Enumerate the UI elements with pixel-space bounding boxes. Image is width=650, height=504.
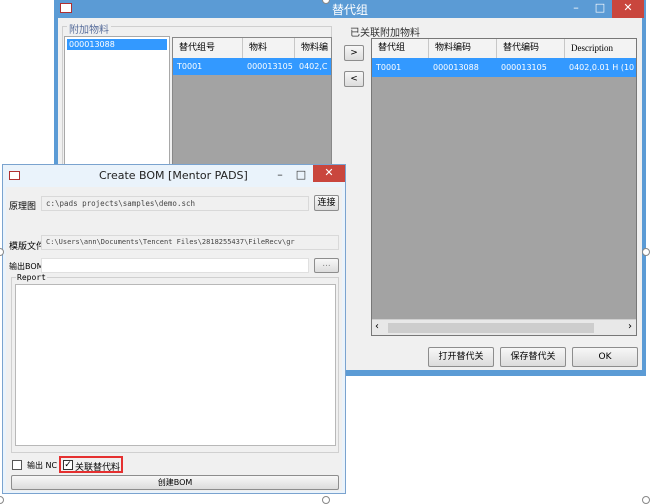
- selection-handle[interactable]: [322, 496, 330, 504]
- list-item-label: 000013088: [69, 40, 115, 49]
- schematic-path-field[interactable]: c:\pads projects\samples\demo.sch: [41, 196, 309, 211]
- create-bom-button[interactable]: 创建BOM: [11, 475, 339, 490]
- horizontal-scrollbar[interactable]: ‹ ›: [372, 319, 636, 335]
- link-substitute-label: 关联替代料: [75, 463, 121, 473]
- ok-button[interactable]: OK: [572, 347, 638, 367]
- bom-window-title: Create BOM [Mentor PADS]: [99, 169, 248, 182]
- open-substitute-button[interactable]: 打开替代关: [428, 347, 494, 367]
- substitute-group-grid[interactable]: 替代组号 物料 物料编 T0001 000013105 0402,C: [172, 37, 332, 170]
- table-cell: 000013088: [433, 63, 479, 72]
- column-header[interactable]: 替代组: [372, 39, 429, 58]
- add-link-button[interactable]: >: [344, 45, 364, 61]
- table-cell: T0001: [177, 62, 203, 71]
- selection-handle[interactable]: [642, 496, 650, 504]
- minimize-button[interactable]: –: [269, 167, 291, 185]
- remove-link-button[interactable]: <: [344, 71, 364, 87]
- connect-button[interactable]: 连接: [314, 195, 339, 211]
- column-header[interactable]: 物料: [243, 38, 295, 58]
- column-header[interactable]: 物料编码: [429, 39, 497, 58]
- bom-window-titlebar: Create BOM [Mentor PADS] – □ ✕: [3, 165, 345, 187]
- close-button[interactable]: ✕: [612, 0, 644, 18]
- checkmark-icon: ✓: [64, 460, 72, 470]
- save-substitute-button[interactable]: 保存替代关: [500, 347, 566, 367]
- substitute-window-title: 替代组: [332, 3, 369, 17]
- report-label: Report: [16, 273, 47, 282]
- output-nc-label: 输出 NC: [27, 461, 58, 470]
- report-textarea[interactable]: [15, 284, 336, 446]
- output-nc-checkbox[interactable]: [12, 460, 22, 470]
- browse-button[interactable]: ...: [314, 258, 339, 273]
- scroll-left-icon[interactable]: ‹: [375, 321, 379, 332]
- table-row[interactable]: T0001 000013088 000013105 0402,0.01 H (1…: [372, 58, 636, 77]
- maximize-button[interactable]: □: [588, 0, 612, 18]
- scroll-right-icon[interactable]: ›: [628, 321, 632, 332]
- output-bom-label: 输出BOM: [9, 262, 44, 271]
- scrollbar-thumb[interactable]: [388, 323, 594, 333]
- table-cell: 0402,0.01 H (10: [569, 63, 635, 72]
- template-file-label: 模版文件: [9, 242, 46, 252]
- app-icon: [9, 171, 20, 180]
- maximize-button[interactable]: □: [291, 167, 311, 185]
- attach-material-title: 附加物料: [67, 21, 111, 36]
- column-header[interactable]: 替代编码: [497, 39, 565, 58]
- template-path-field[interactable]: C:\Users\ann\Documents\Tencent Files\281…: [41, 235, 339, 250]
- schematic-label: 原理图: [9, 202, 37, 212]
- table-row[interactable]: T0001 000013105 0402,C: [173, 58, 331, 75]
- link-substitute-checkbox[interactable]: ✓: [63, 460, 73, 470]
- list-item[interactable]: 000013088: [67, 39, 167, 50]
- table-cell: T0001: [376, 63, 402, 72]
- minimize-button[interactable]: –: [564, 0, 588, 18]
- column-header[interactable]: 替代组号: [173, 38, 243, 58]
- linked-material-label: 已关联附加物料: [350, 28, 420, 39]
- table-cell: 0402,C: [299, 62, 328, 71]
- column-header[interactable]: 物料编: [295, 38, 331, 58]
- table-cell: 000013105: [247, 62, 293, 71]
- create-bom-window: Create BOM [Mentor PADS] – □ ✕ 原理图 c:\pa…: [2, 164, 346, 494]
- linked-material-grid[interactable]: 替代组 物料编码 替代编码 Description T0001 00001308…: [371, 38, 637, 336]
- table-cell: 000013105: [501, 63, 547, 72]
- app-icon: [60, 3, 72, 13]
- attach-material-list[interactable]: 000013088: [64, 36, 170, 170]
- column-header[interactable]: Description: [565, 39, 636, 58]
- selection-handle[interactable]: [642, 248, 650, 256]
- close-button[interactable]: ✕: [313, 165, 345, 182]
- selection-handle[interactable]: [0, 496, 4, 504]
- output-bom-field[interactable]: [41, 258, 309, 273]
